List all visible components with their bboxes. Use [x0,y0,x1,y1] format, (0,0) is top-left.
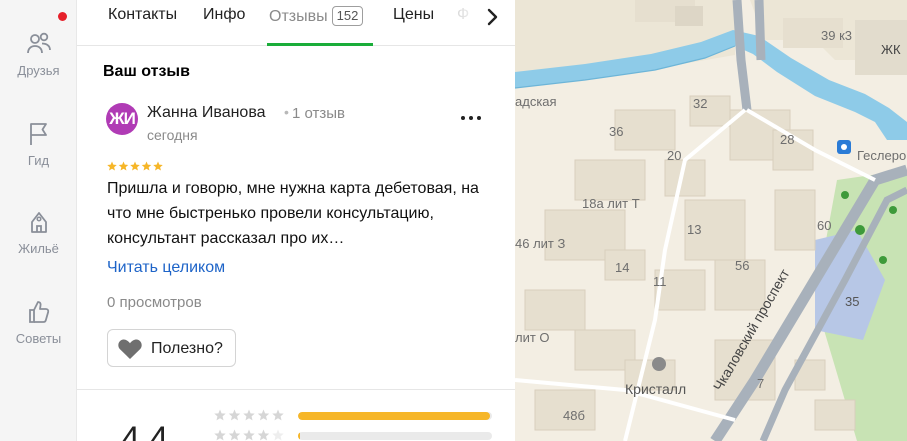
tabs-fade [449,0,485,44]
map-label-48b: 48б [563,408,585,423]
average-rating: 4,4 [121,420,169,441]
map-label-28: 28 [780,132,794,147]
map-label-geslerovsky: Геслеров [857,148,907,163]
map-label-lit-o: лит О [515,330,550,345]
star-icon [243,409,255,421]
friends-icon [26,32,51,54]
sidebar-item-housing[interactable]: Жильё [0,208,77,258]
tab-contacts[interactable]: Контакты [108,6,177,24]
heart-icon [118,339,142,359]
map-label-46: 46 лит З [515,236,565,251]
map-label-18a: 18а лит Т [582,196,640,211]
your-review-heading: Ваш отзыв [103,63,190,80]
review-text: Пришла и говорю, мне нужна карта дебетов… [107,180,479,247]
map-label-cristall: Кристалл [625,381,686,397]
tab-prices[interactable]: Цены [393,6,434,24]
sidebar-item-guide[interactable]: Гид [0,120,77,170]
map-label-13: 13 [687,222,701,237]
star-icon [214,409,226,421]
chevron-right-icon[interactable] [481,6,503,28]
map-label-14: 14 [615,260,629,275]
star-icon [257,409,270,421]
organization-panel: Контакты Инфо Отзывы152 Цены Ф Ваш отзыв… [77,0,515,441]
review-author-name[interactable]: Жанна Иванова [147,104,266,122]
star-icon [153,161,163,171]
star-icon [118,161,129,171]
useful-button[interactable]: Полезно? [107,329,236,367]
tab-reviews-label: Отзывы [269,8,328,25]
map-label-32: 32 [693,96,707,111]
star-icon [214,429,226,441]
map-canvas[interactable]: адская 39 к3 ЖК 32 36 28 Геслеров 20 18а… [515,0,907,441]
sidebar-item-label: Жильё [18,241,59,256]
useful-button-label: Полезно? [151,340,223,357]
rating-bar-fill [298,432,300,440]
notification-dot [58,12,67,21]
star-icon [228,429,241,441]
star-icon [130,161,140,171]
review-date: сегодня [147,127,198,143]
rating-bar-fill [298,412,491,420]
more-options-icon[interactable] [459,108,483,128]
house-icon [30,212,47,233]
star-icon [107,161,117,171]
sidebar-item-label: Друзья [17,63,60,78]
author-reviews-count: 1 отзыв [292,105,346,122]
star-icon [243,429,255,441]
tab-bar: Контакты Инфо Отзывы152 Цены Ф [77,0,515,46]
review-rating-stars [107,161,165,173]
star-icon [272,429,284,441]
divider [77,389,515,390]
map-label-11: 11 [653,274,667,289]
left-rail: Друзья Гид Жильё Советы [0,0,77,441]
map-label-zhk: ЖК [881,42,901,57]
map-label-street: адская [515,94,557,109]
map-label-20: 20 [667,148,681,163]
flag-icon [29,123,47,145]
star-icon [141,161,152,171]
map[interactable]: адская 39 к3 ЖК 32 36 28 Геслеров 20 18а… [515,0,907,441]
tab-info[interactable]: Инфо [203,6,245,24]
star-icon [272,409,284,421]
sidebar-item-friends[interactable]: Друзья [0,30,77,80]
avatar[interactable]: ЖИ [106,103,138,135]
views-count: 0 просмотров [107,294,202,311]
map-label-60: 60 [817,218,831,233]
star-icon [257,429,270,441]
sidebar-item-tips[interactable]: Советы [0,298,77,348]
sidebar-item-label: Гид [27,153,50,168]
separator-dot: • [284,104,289,120]
reviews-count-badge: 152 [331,6,364,26]
read-more-link[interactable]: Читать целиком [107,259,225,277]
map-label-36: 36 [609,124,623,139]
map-label-39: 39 к3 [821,28,852,43]
sidebar-item-label: Советы [15,331,62,346]
tab-reviews[interactable]: Отзывы 152 [269,6,364,26]
map-label-7: 7 [757,376,764,391]
map-label-35: 35 [845,294,859,309]
rating-bar [298,432,492,440]
thumbs-up-icon [28,301,49,323]
star-icon [228,409,241,421]
map-label-56: 56 [735,258,749,273]
active-tab-indicator [267,43,373,46]
rating-bar [298,412,492,420]
